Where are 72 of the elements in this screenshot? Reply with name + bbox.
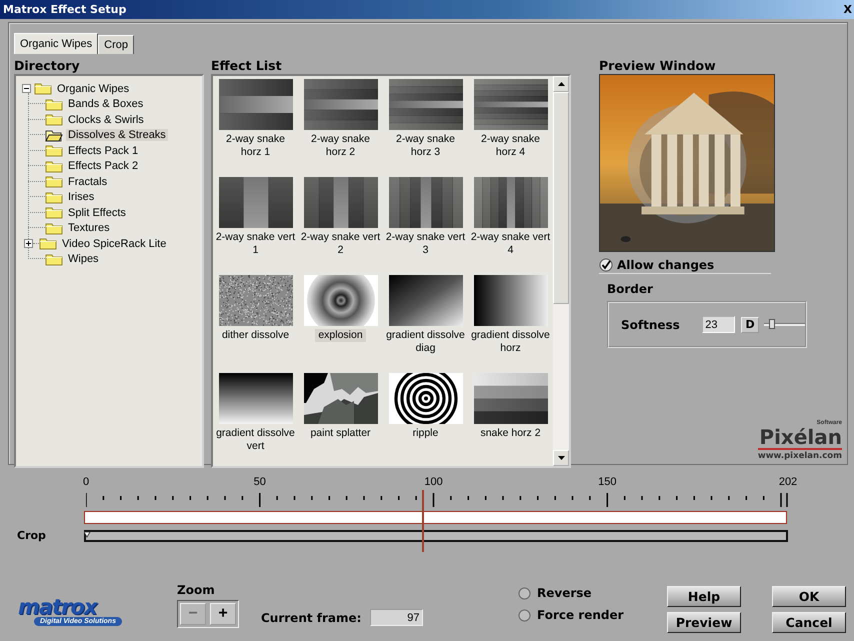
radio-label: Force render <box>537 608 624 622</box>
tree-item[interactable]: Wipes <box>66 253 101 266</box>
ruler-label: 150 <box>598 476 616 488</box>
dialog-button[interactable]: Preview <box>667 612 741 633</box>
slider-thumb[interactable] <box>769 319 776 329</box>
tab[interactable]: Organic Wipes <box>14 33 98 54</box>
tree-item[interactable]: Effects Pack 1 <box>66 144 140 157</box>
section-heading: Effect List <box>211 58 283 74</box>
radio-label: Reverse <box>537 586 592 600</box>
down-arrow-icon <box>558 456 564 460</box>
tree-item[interactable]: Irises <box>66 191 96 204</box>
ruler-label: 0 <box>82 476 90 488</box>
tree-item[interactable]: Clocks & Swirls <box>66 114 146 126</box>
effect-item[interactable]: 2-way snake horz 4 <box>468 133 552 158</box>
scroll-up-button[interactable] <box>553 76 569 92</box>
tree-item[interactable]: Video SpiceRack Lite <box>60 238 168 250</box>
section-heading: Preview Window <box>599 58 717 74</box>
effect-item[interactable]: explosion <box>315 329 366 342</box>
tree-item[interactable]: Effects Pack 2 <box>66 160 140 172</box>
effect-item[interactable]: ripple <box>384 427 468 440</box>
effect-item[interactable]: paint splatter <box>298 427 382 440</box>
dialog-button[interactable]: Cancel <box>772 612 846 633</box>
section-heading: Directory <box>14 58 81 74</box>
effect-item[interactable]: 2-way snake horz 1 <box>214 133 298 158</box>
default-button[interactable]: D <box>741 316 759 332</box>
logo-url: www.pixelan.com <box>758 448 842 461</box>
tree-item[interactable]: Fractals <box>66 176 110 188</box>
effect-item[interactable]: dither dissolve <box>214 329 298 342</box>
ruler-label: 202 <box>778 476 798 488</box>
zoom-in-button[interactable]: + <box>210 603 236 625</box>
radio-button[interactable] <box>518 608 531 622</box>
tree-item[interactable]: Split Effects <box>66 206 128 219</box>
scroll-down-button[interactable] <box>553 450 569 466</box>
softness-field[interactable]: 23 <box>702 316 736 333</box>
current-frame-field[interactable]: 97 <box>370 609 424 626</box>
collapse-icon[interactable] <box>22 84 31 94</box>
effect-item[interactable]: gradient dissolve vert <box>214 427 298 452</box>
tree-item[interactable]: Organic Wipes <box>55 82 132 95</box>
dialog-button[interactable]: Help <box>667 586 741 607</box>
tree-item[interactable]: Bands & Boxes <box>66 98 146 110</box>
crop-label: Crop <box>17 529 46 542</box>
crop-marker-icon[interactable] <box>84 531 91 538</box>
logo-wordmark: matrox <box>18 597 96 617</box>
scrollbar-thumb[interactable] <box>553 92 569 304</box>
tab[interactable]: Crop <box>98 35 134 54</box>
effect-item[interactable]: 2-way snake horz 3 <box>384 133 468 158</box>
zoom-label: Zoom <box>177 583 216 597</box>
checkbox-label: Allow changes <box>617 258 714 272</box>
tree-item[interactable]: Textures <box>66 222 112 234</box>
tree-item[interactable]: Dissolves & Streaks <box>66 129 168 142</box>
effect-item[interactable]: gradient dissolve horz <box>468 329 552 354</box>
logo-wordmark: Pixélan <box>759 427 842 448</box>
close-button[interactable]: X <box>844 3 852 16</box>
ruler-label: 50 <box>254 476 266 488</box>
group-heading: Border <box>607 282 653 296</box>
effect-item[interactable]: 2-way snake vert 2 <box>298 231 382 256</box>
field-label: Softness <box>621 318 681 332</box>
up-arrow-icon <box>558 82 564 86</box>
window-title: Matrox Effect Setup <box>3 3 126 16</box>
ruler-label: 100 <box>424 476 443 488</box>
effect-item[interactable]: snake horz 2 <box>468 427 552 440</box>
field-label: Current frame: <box>261 610 362 624</box>
dialog-button[interactable]: OK <box>772 586 846 607</box>
effect-item[interactable]: 2-way snake vert 4 <box>468 231 552 256</box>
effect-item[interactable]: 2-way snake vert 1 <box>214 231 298 256</box>
effect-item[interactable]: gradient dissolve diag <box>384 329 468 354</box>
checkbox[interactable] <box>599 258 613 272</box>
radio-button[interactable] <box>518 586 531 600</box>
effect-item[interactable]: 2-way snake vert 3 <box>384 231 468 256</box>
expand-icon[interactable] <box>24 239 33 248</box>
effect-item[interactable]: 2-way snake horz 2 <box>298 133 382 158</box>
playhead[interactable] <box>422 490 424 552</box>
